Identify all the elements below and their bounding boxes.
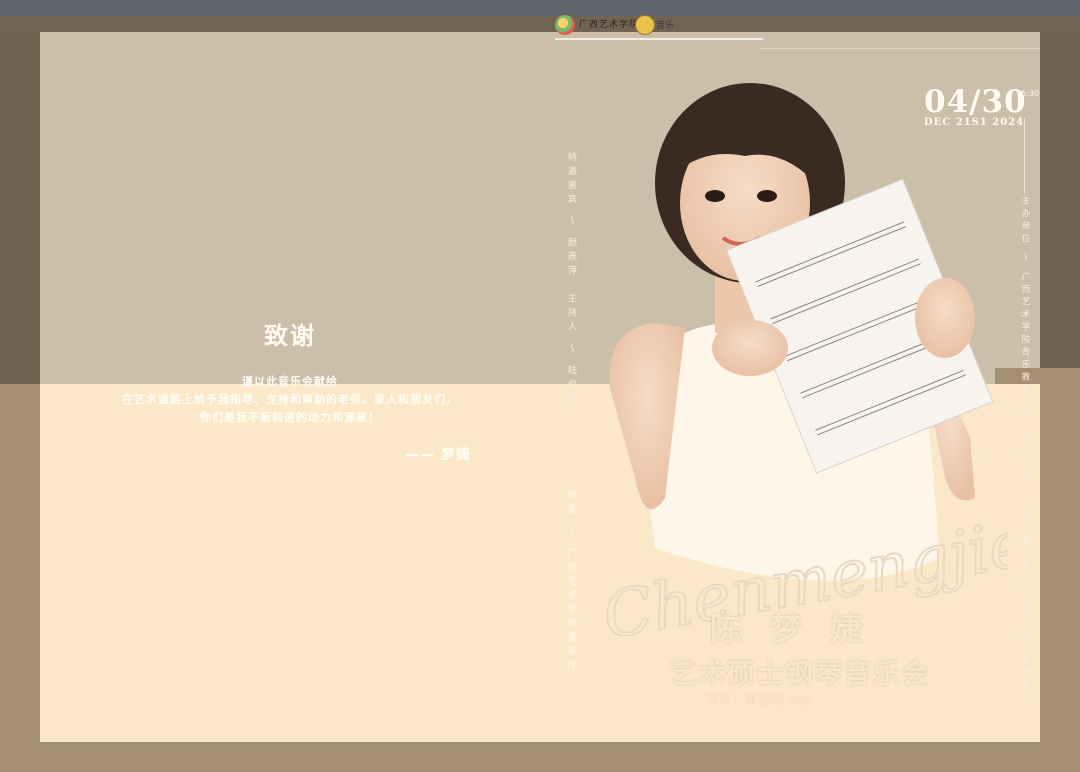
performer-name: 陈梦婕 [709,610,890,648]
guest-host-credits: 特邀嘉宾 ～ 颜燕萍 主持人 ～ 陆俊帆 [566,152,576,408]
thanks-title: 致谢 [264,321,316,350]
signature: —— 梦婕 [405,447,471,463]
credit-divider [571,390,572,485]
logo-bar: 广西艺术学院 音乐 [555,14,765,40]
thanks-line: 谨以此音乐会献给 [242,375,338,388]
concert-title: 艺术硕士钢琴音乐会 [669,659,931,690]
mentor-line: 导师：崔静瑶 副教授 [706,689,813,708]
organizer-credits: 主办单位 ～ 广西艺术学院音乐教育学院 承办单位 ～ 音乐教育学院钢琴系 研究生… [1020,196,1030,705]
logo-underline [555,38,763,40]
thanks-line: 在艺术道路上给予我指导、支持和帮助的老师、家人和朋友们， [122,393,458,406]
thanks-line: 你们是我不断前进的动力和源泉！ [200,411,380,424]
frame-top-edge [0,16,1080,32]
partner-logo-text: 音乐 [656,21,675,31]
top-rule [760,48,1040,49]
credit-divider-right [1024,118,1025,193]
partner-logo-icon [635,15,655,35]
venue-credit: 地址 ～ 广西艺术学院音乐厅 [566,490,576,675]
thanks-paragraph: 谨以此音乐会献给 在艺术道路上给予我指导、支持和帮助的老师、家人和朋友们， 你们… [80,373,500,427]
mentor-name: 导师：崔静瑶 [706,693,785,708]
school-logo-text: 广西艺术学院 [579,20,640,30]
school-logo-icon [555,15,575,35]
mentor-title: 副教授 [788,697,813,706]
concert-time: 15:30 [1016,89,1040,98]
